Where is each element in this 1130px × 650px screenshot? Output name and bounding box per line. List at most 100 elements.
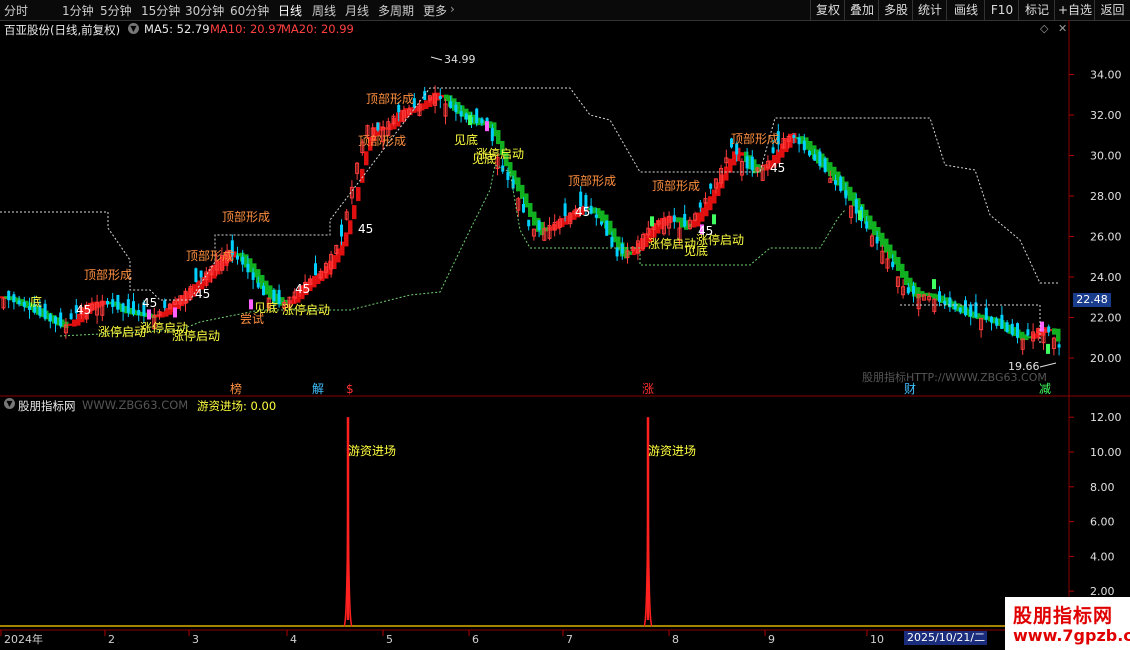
candles [1, 85, 1061, 356]
ribbon-segment [424, 100, 429, 110]
indicator-spike-label: 游资进场 [348, 444, 396, 458]
candle-body [126, 299, 130, 313]
y-tick-label: 22.00 [1090, 312, 1122, 325]
candle-body [995, 318, 999, 326]
candle-body [59, 312, 63, 327]
candle-body [823, 158, 827, 173]
candle-body [683, 213, 687, 227]
y-tick-label: 26.00 [1090, 231, 1122, 244]
indicator-spike-label: 游资进场 [648, 444, 696, 458]
stock-chart[interactable]: 34.0032.0030.0028.0026.0024.0022.0020.00… [0, 0, 1130, 650]
logo-title: 股朋指标网 [1013, 605, 1114, 627]
indicator-y-tick-label: 10.00 [1090, 446, 1122, 459]
ribbon-segment [520, 184, 525, 199]
candle-body [48, 314, 52, 322]
candle-body [958, 307, 962, 313]
current-price-box: 22.48 [1073, 293, 1111, 307]
ribbon-segment [708, 196, 713, 211]
ribbon-segment [328, 260, 333, 275]
candle-body [1047, 326, 1051, 333]
chart-annotation: 45 [358, 222, 373, 236]
ribbon-segment [72, 319, 77, 327]
indicator-y-tick-label: 8.00 [1090, 481, 1115, 494]
candle-body [844, 190, 848, 199]
ribbon-segment [364, 151, 369, 166]
chart-annotation: 45 [76, 303, 91, 317]
candle-body [69, 313, 73, 320]
ribbon-segment [728, 158, 733, 173]
highlight-candle [249, 299, 253, 310]
indicator-y-tick-label: 4.00 [1090, 550, 1115, 563]
candle-body [964, 300, 967, 315]
highlight-candle [468, 115, 472, 126]
site-logo: 股朋指标网 www.7gpzb.com [1005, 597, 1130, 650]
ribbon-segment [548, 226, 553, 231]
candle-body [594, 214, 598, 218]
candle-body [891, 261, 895, 268]
candle-body [116, 294, 120, 310]
candle-body [984, 307, 988, 320]
chart-annotation: 顶部形成 [731, 131, 779, 146]
chart-annotation: 45 [698, 224, 713, 238]
candle-body [54, 316, 57, 324]
candle-body [1000, 314, 1004, 329]
candle-body [43, 303, 47, 319]
candle-body [506, 171, 510, 181]
highlight-candle [1040, 321, 1044, 332]
candle-body [839, 176, 843, 191]
candle-body [121, 303, 125, 312]
chart-annotation: 45 [195, 287, 210, 301]
ribbon-segment [740, 152, 745, 156]
chart-annotation: 涨停启动 [282, 302, 330, 317]
ribbon-segment [888, 244, 893, 259]
chart-annotation: 45 [142, 296, 157, 310]
candle-body [875, 236, 879, 244]
candle-body [106, 301, 109, 305]
candle-body [854, 199, 858, 214]
ribbon-segment [528, 202, 533, 217]
highlight-candle [932, 279, 936, 290]
candle-body [600, 221, 603, 225]
candle-body [1057, 344, 1061, 348]
y-tick-label: 32.00 [1090, 109, 1122, 122]
candle-body [865, 221, 869, 229]
chart-annotation: 顶部形成 [358, 133, 406, 148]
candle-body [277, 289, 281, 304]
candle-body [137, 309, 141, 315]
ribbon-segment [872, 221, 877, 236]
chart-annotation: 底 [30, 294, 42, 309]
ribbon-segment [444, 94, 449, 102]
ribbon-segment [496, 130, 501, 145]
candle-body [17, 300, 21, 305]
candle-body [475, 108, 479, 124]
candle-body [1026, 329, 1030, 336]
ribbon-segment [184, 291, 189, 304]
candle-body [912, 285, 915, 294]
chart-annotation: 涨停启动 [140, 320, 188, 335]
high-price-label: 34.99 [444, 53, 476, 66]
ribbon-segment [932, 293, 937, 299]
x-tick-label: 9 [768, 633, 775, 646]
x-tick-label: 5 [386, 633, 393, 646]
chart-annotation: 顶部形成 [186, 248, 234, 263]
x-tick-label: 2024年 [4, 632, 43, 646]
candle-body [610, 236, 614, 247]
chart-annotation: 见底 [454, 132, 478, 147]
candle-body [1016, 323, 1019, 338]
candle-body [906, 287, 910, 294]
candle-body [943, 300, 947, 305]
x-tick-label: 3 [192, 633, 199, 646]
candle-body [750, 156, 754, 171]
candle-body [615, 247, 619, 257]
highlight-candle [1046, 343, 1050, 354]
candle-body [7, 290, 11, 301]
candle-body [938, 291, 941, 302]
ribbon-segment [360, 168, 365, 183]
candle-body [969, 304, 973, 317]
chart-annotation: 45 [575, 205, 590, 219]
candle-body [397, 104, 401, 113]
candle-body [948, 297, 952, 308]
chart-annotation: 45 [295, 282, 310, 296]
y-tick-label: 20.00 [1090, 352, 1122, 365]
candle-body [792, 135, 796, 139]
